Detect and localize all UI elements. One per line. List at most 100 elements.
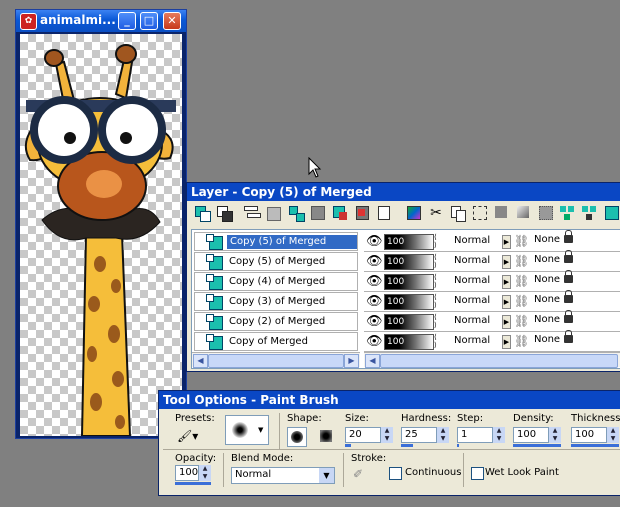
duplicate-layer-icon[interactable] — [243, 204, 261, 222]
visibility-eye-icon[interactable]: 👁 — [366, 334, 383, 349]
layer-list[interactable]: Copy (5) of Merged 👁 100 ⟨ ⟩ Normal ▶ ⛓ N… — [191, 229, 620, 369]
group-layer-icon[interactable] — [287, 204, 305, 222]
link-icon[interactable]: ⛓ — [514, 234, 529, 248]
opacity-spin-icon[interactable]: ⟨ ⟩ — [434, 333, 440, 349]
blend-dropdown-icon[interactable]: ▶ — [502, 335, 511, 349]
lock-icon[interactable] — [564, 330, 573, 343]
layer-palette[interactable]: Layer - Copy (5) of Merged ✂ Copy (5) of… — [186, 182, 620, 372]
texture-icon[interactable] — [537, 204, 555, 222]
tool-options-palette[interactable]: Tool Options - Paint Brush Presets: 🖌▾ ▼… — [158, 390, 620, 496]
maximize-button[interactable]: □ — [140, 12, 158, 30]
thickness-input[interactable]: 100 — [571, 427, 607, 443]
visibility-eye-icon[interactable]: 👁 — [366, 234, 383, 249]
blend-dropdown-icon[interactable]: ▶ — [502, 235, 511, 249]
layer-name-cell[interactable]: Copy of Merged — [194, 332, 358, 351]
round-shape-icon[interactable] — [287, 427, 307, 447]
close-button[interactable]: ✕ — [163, 12, 181, 30]
blend-mode-select[interactable]: Normal ▼ — [231, 467, 335, 484]
density-input[interactable]: 100 — [513, 427, 549, 443]
opacity-slider[interactable]: 100 — [384, 314, 434, 330]
size-input[interactable]: 20 — [345, 427, 381, 443]
delete-layer-icon[interactable] — [353, 204, 371, 222]
gradient-icon[interactable] — [515, 204, 533, 222]
link-icon[interactable]: ⛓ — [514, 274, 529, 288]
scroll-thumb[interactable] — [208, 354, 344, 368]
layer-row[interactable]: Copy (5) of Merged 👁 100 ⟨ ⟩ Normal ▶ ⛓ N… — [192, 230, 620, 252]
blend-dropdown-icon[interactable]: ▶ — [502, 275, 511, 289]
visibility-eye-icon[interactable]: 👁 — [366, 314, 383, 329]
opacity-spin-icon[interactable]: ⟨ ⟩ — [434, 273, 440, 289]
stroke-icon[interactable]: ✐ — [353, 467, 371, 483]
lock-icon[interactable] — [564, 230, 573, 243]
opacity-spin-icon[interactable]: ⟨ ⟩ — [434, 313, 440, 329]
adjustment-layer-icon[interactable] — [309, 204, 327, 222]
blend-dropdown-icon[interactable]: ▶ — [502, 315, 511, 329]
thickness-spinner-icon[interactable]: ▲ ▼ — [607, 427, 619, 443]
cut-icon[interactable]: ✂ — [427, 204, 445, 222]
color-layer-icon[interactable] — [405, 204, 423, 222]
step-input[interactable]: 1 — [457, 427, 493, 443]
hardness-input[interactable]: 25 — [401, 427, 437, 443]
properties-icon[interactable] — [375, 204, 393, 222]
density-spinner-icon[interactable]: ▲ ▼ — [549, 427, 561, 443]
select-icon[interactable] — [471, 204, 489, 222]
hardness-spinner-icon[interactable]: ▲ ▼ — [437, 427, 449, 443]
thickness-slider[interactable] — [571, 444, 619, 447]
scroll-right-icon[interactable]: ▶ — [344, 354, 359, 368]
lock-icon[interactable] — [564, 310, 573, 323]
visibility-eye-icon[interactable]: 👁 — [366, 274, 383, 289]
density-slider[interactable] — [513, 444, 561, 447]
mask-layer-icon[interactable] — [265, 204, 283, 222]
chevron-down-icon[interactable]: ▼ — [319, 468, 334, 483]
size-spinner-icon[interactable]: ▲ ▼ — [381, 427, 393, 443]
minimize-button[interactable]: _ — [118, 12, 136, 30]
new-raster-layer-icon[interactable] — [193, 204, 211, 222]
opacity-spin-icon[interactable]: ⟨ ⟩ — [434, 233, 440, 249]
brush-tip-preview[interactable]: ▼ — [225, 415, 269, 445]
layer-name-cell[interactable]: Copy (5) of Merged — [194, 252, 358, 271]
layer-names-scrollbar[interactable]: ◀ ▶ — [192, 352, 360, 368]
opacity-slider[interactable]: 100 — [384, 334, 434, 350]
link-icon[interactable]: ⛓ — [514, 314, 529, 328]
visibility-eye-icon[interactable]: 👁 — [366, 294, 383, 309]
scroll-left-icon[interactable]: ◀ — [365, 354, 380, 368]
image-window-titlebar[interactable]: ✿ animalmi... _ □ ✕ — [16, 10, 186, 32]
square-shape-icon[interactable] — [317, 427, 335, 445]
opacity-spin-icon[interactable]: ⟨ ⟩ — [434, 293, 440, 309]
layer-props-scrollbar[interactable]: ◀ — [364, 352, 620, 368]
link-layer-icon[interactable] — [331, 204, 349, 222]
opacity-slider[interactable] — [175, 482, 211, 485]
opacity-slider[interactable]: 100 — [384, 234, 434, 250]
layer-row[interactable]: Copy (2) of Merged 👁 100 ⟨ ⟩ Normal ▶ ⛓ N… — [192, 310, 620, 332]
blend-dropdown-icon[interactable]: ▶ — [502, 255, 511, 269]
link-icon[interactable]: ⛓ — [514, 294, 529, 308]
layer-row[interactable]: Copy of Merged 👁 100 ⟨ ⟩ Normal ▶ ⛓ None — [192, 330, 620, 352]
lock-icon[interactable] — [564, 250, 573, 263]
step-spinner-icon[interactable]: ▲ ▼ — [493, 427, 505, 443]
opacity-input[interactable]: 100 — [175, 465, 199, 481]
merge-down-icon[interactable] — [559, 204, 577, 222]
opacity-slider[interactable]: 100 — [384, 274, 434, 290]
layer-name-cell[interactable]: Copy (2) of Merged — [194, 312, 358, 331]
flatten-icon[interactable] — [603, 204, 620, 222]
layer-name-cell[interactable]: Copy (5) of Merged — [194, 232, 358, 251]
step-slider[interactable] — [457, 444, 459, 447]
opacity-slider[interactable]: 100 — [384, 254, 434, 270]
layer-name-cell[interactable]: Copy (4) of Merged — [194, 272, 358, 291]
wet-look-paint-checkbox[interactable] — [471, 467, 484, 480]
link-icon[interactable]: ⛓ — [514, 254, 529, 268]
size-slider[interactable] — [345, 444, 351, 447]
continuous-checkbox[interactable] — [389, 467, 402, 480]
link-icon[interactable]: ⛓ — [514, 334, 529, 348]
presets-brush-icon[interactable]: 🖌▾ — [177, 429, 207, 445]
layer-name-cell[interactable]: Copy (3) of Merged — [194, 292, 358, 311]
image-canvas[interactable] — [20, 34, 182, 436]
layer-row[interactable]: Copy (4) of Merged 👁 100 ⟨ ⟩ Normal ▶ ⛓ N… — [192, 270, 620, 292]
opacity-spinner-icon[interactable]: ▲ ▼ — [199, 465, 211, 481]
opacity-slider[interactable]: 100 — [384, 294, 434, 310]
lock-icon[interactable] — [564, 270, 573, 283]
layer-row[interactable]: Copy (3) of Merged 👁 100 ⟨ ⟩ Normal ▶ ⛓ N… — [192, 290, 620, 312]
opacity-spin-icon[interactable]: ⟨ ⟩ — [434, 253, 440, 269]
scroll-left-icon[interactable]: ◀ — [193, 354, 208, 368]
copy-icon[interactable] — [449, 204, 467, 222]
